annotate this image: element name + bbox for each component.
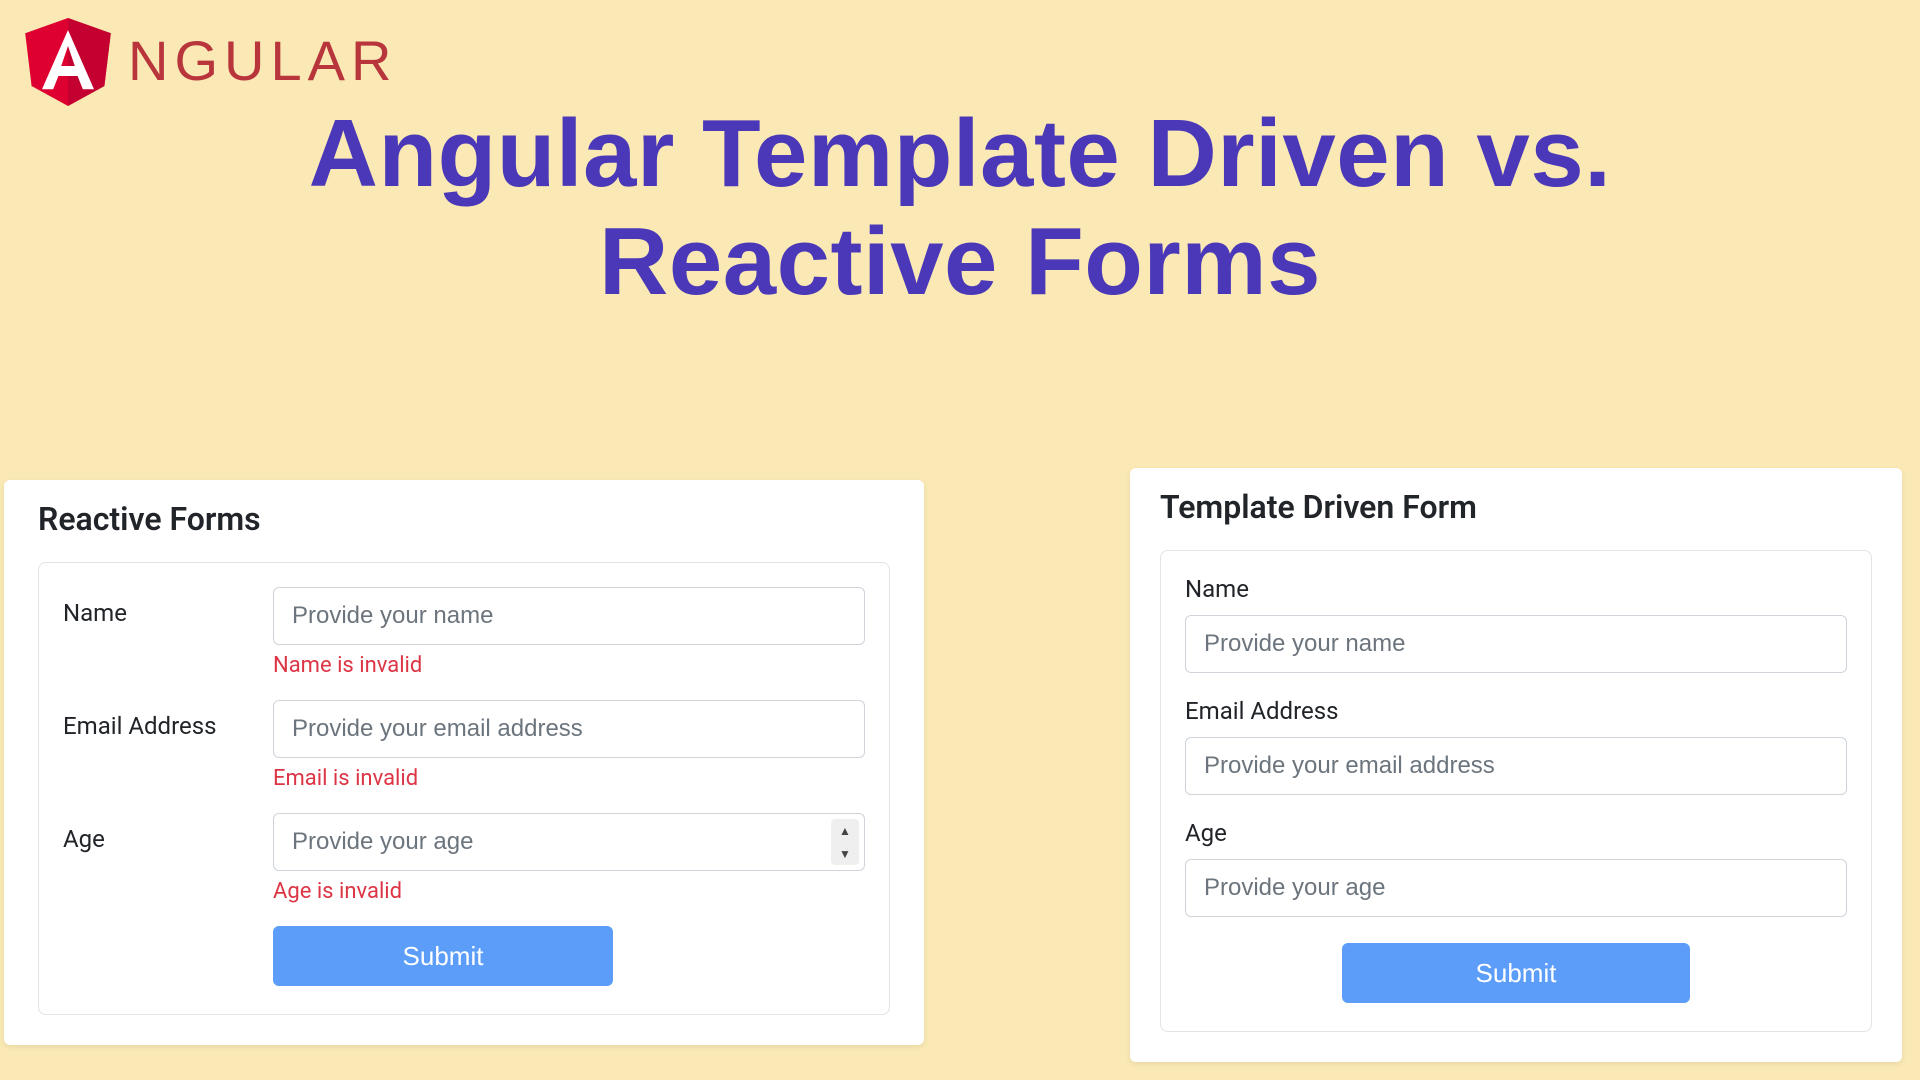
reactive-forms-title: Reactive Forms <box>38 500 890 538</box>
reactive-age-input[interactable] <box>273 813 865 871</box>
stepper-down-icon[interactable]: ▼ <box>831 842 859 865</box>
template-driven-card: Template Driven Form Name Email Address … <box>1130 468 1902 1062</box>
reactive-age-row: Age ▲ ▼ Age is invalid <box>63 813 865 904</box>
template-name-field: Name <box>1185 575 1847 673</box>
reactive-name-error: Name is invalid <box>273 653 865 678</box>
template-submit-button[interactable]: Submit <box>1342 943 1690 1003</box>
reactive-email-input[interactable] <box>273 700 865 758</box>
template-name-label: Name <box>1185 575 1847 603</box>
stepper-up-icon[interactable]: ▲ <box>831 819 859 842</box>
reactive-name-label: Name <box>63 587 273 627</box>
template-driven-body: Name Email Address Age Submit <box>1160 550 1872 1032</box>
reactive-submit-row: Submit <box>63 926 865 986</box>
reactive-submit-button[interactable]: Submit <box>273 926 613 986</box>
reactive-age-label: Age <box>63 813 273 853</box>
template-email-input[interactable] <box>1185 737 1847 795</box>
reactive-email-row: Email Address Email is invalid <box>63 700 865 791</box>
angular-wordmark: NGULAR <box>128 28 397 93</box>
angular-shield-icon <box>18 10 118 110</box>
headline-line-2: Reactive Forms <box>599 208 1321 315</box>
template-name-input[interactable] <box>1185 615 1847 673</box>
reactive-age-error: Age is invalid <box>273 879 865 904</box>
template-email-field: Email Address <box>1185 697 1847 795</box>
reactive-email-label: Email Address <box>63 700 273 740</box>
headline-line-1: Angular Template Driven vs. <box>309 100 1612 207</box>
template-age-input[interactable] <box>1185 859 1847 917</box>
angular-logo: NGULAR <box>18 10 397 110</box>
reactive-name-input[interactable] <box>273 587 865 645</box>
reactive-age-stepper: ▲ ▼ <box>831 819 859 865</box>
template-age-field: Age <box>1185 819 1847 917</box>
template-driven-title: Template Driven Form <box>1160 488 1872 526</box>
reactive-forms-body: Name Name is invalid Email Address Email… <box>38 562 890 1015</box>
template-age-label: Age <box>1185 819 1847 847</box>
reactive-name-row: Name Name is invalid <box>63 587 865 678</box>
template-email-label: Email Address <box>1185 697 1847 725</box>
page-title: Angular Template Driven vs. Reactive For… <box>0 100 1920 315</box>
reactive-forms-card: Reactive Forms Name Name is invalid Emai… <box>4 480 924 1045</box>
reactive-email-error: Email is invalid <box>273 766 865 791</box>
